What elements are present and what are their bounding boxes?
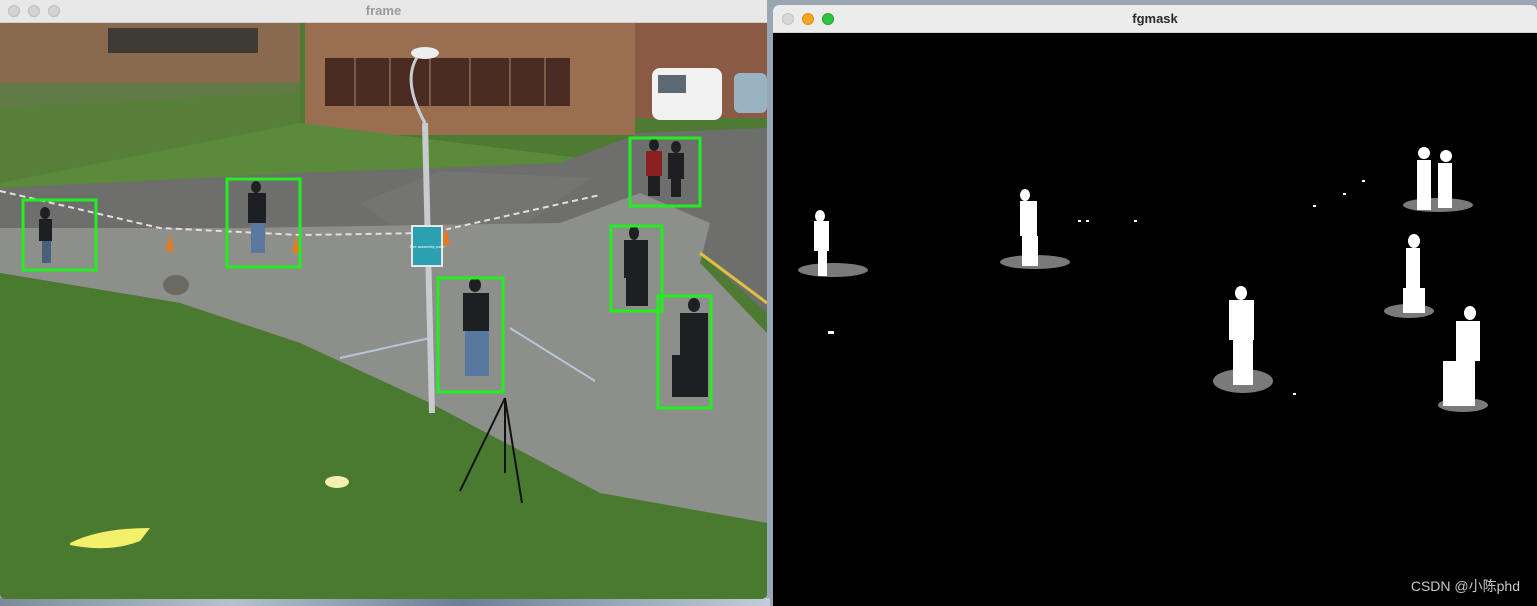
frame-titlebar[interactable]: frame — [0, 0, 767, 23]
mask-silhouettes — [814, 147, 1480, 406]
sign-text: Fire assembly point — [410, 244, 446, 249]
fgmask-video: CSDN @小陈phd — [773, 33, 1537, 606]
mask-shadows — [798, 198, 1488, 412]
desktop-background — [0, 598, 770, 606]
frame-window[interactable]: frame Fire assembly point — [0, 0, 767, 599]
foreground-mask-image — [798, 147, 1488, 412]
frame-video: Fire assembly point — [0, 23, 767, 599]
fgmask-window[interactable]: fgmask CSDN @小陈phd — [773, 5, 1537, 606]
fgmask-window-title: fgmask — [1132, 11, 1178, 26]
watermark: CSDN @小陈phd — [1410, 578, 1520, 594]
mask-noise — [828, 180, 1365, 395]
fgmask-titlebar[interactable]: fgmask — [773, 5, 1537, 33]
frame-window-title: frame — [365, 3, 402, 18]
surveillance-scene-image: Fire assembly point — [0, 23, 767, 599]
